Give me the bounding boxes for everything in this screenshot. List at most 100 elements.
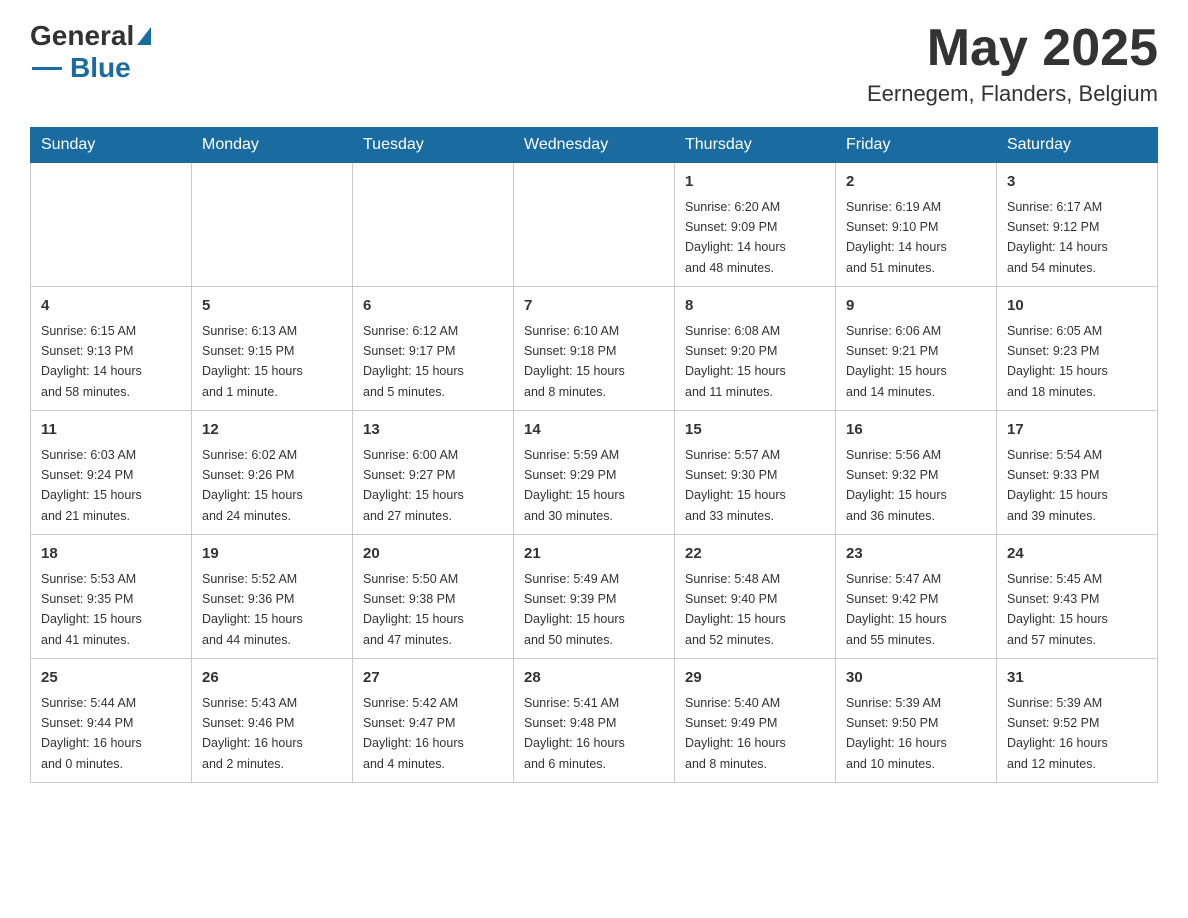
calendar-cell-week5-day5: 29 Sunrise: 5:40 AMSunset: 9:49 PMDayligh… bbox=[675, 659, 836, 783]
day-info: Sunrise: 6:19 AMSunset: 9:10 PMDaylight:… bbox=[846, 200, 947, 275]
day-info: Sunrise: 6:12 AMSunset: 9:17 PMDaylight:… bbox=[363, 324, 464, 399]
day-number: 13 bbox=[363, 419, 503, 442]
calendar-cell-week1-day3 bbox=[353, 163, 514, 287]
day-info: Sunrise: 6:00 AMSunset: 9:27 PMDaylight:… bbox=[363, 448, 464, 523]
day-number: 29 bbox=[685, 667, 825, 690]
calendar-cell-week2-day5: 8 Sunrise: 6:08 AMSunset: 9:20 PMDaylight… bbox=[675, 287, 836, 411]
page-header: General Blue May 2025 Eernegem, Flanders… bbox=[30, 20, 1158, 107]
day-number: 26 bbox=[202, 667, 342, 690]
day-number: 11 bbox=[41, 419, 181, 442]
calendar-cell-week4-day3: 20 Sunrise: 5:50 AMSunset: 9:38 PMDayligh… bbox=[353, 535, 514, 659]
day-number: 20 bbox=[363, 543, 503, 566]
day-info: Sunrise: 6:02 AMSunset: 9:26 PMDaylight:… bbox=[202, 448, 303, 523]
day-info: Sunrise: 5:53 AMSunset: 9:35 PMDaylight:… bbox=[41, 572, 142, 647]
day-info: Sunrise: 5:48 AMSunset: 9:40 PMDaylight:… bbox=[685, 572, 786, 647]
day-number: 15 bbox=[685, 419, 825, 442]
day-number: 16 bbox=[846, 419, 986, 442]
calendar-table: SundayMondayTuesdayWednesdayThursdayFrid… bbox=[30, 127, 1158, 783]
calendar-weekday-monday: Monday bbox=[192, 128, 353, 163]
calendar-week-row-3: 11 Sunrise: 6:03 AMSunset: 9:24 PMDayligh… bbox=[31, 411, 1158, 535]
day-number: 30 bbox=[846, 667, 986, 690]
calendar-week-row-5: 25Sunrise: 5:44 AMSunset: 9:44 PMDayligh… bbox=[31, 659, 1158, 783]
calendar-weekday-wednesday: Wednesday bbox=[514, 128, 675, 163]
calendar-week-row-4: 18 Sunrise: 5:53 AMSunset: 9:35 PMDayligh… bbox=[31, 535, 1158, 659]
day-number: 7 bbox=[524, 295, 664, 318]
day-info: Sunrise: 5:56 AMSunset: 9:32 PMDaylight:… bbox=[846, 448, 947, 523]
day-number: 8 bbox=[685, 295, 825, 318]
calendar-weekday-saturday: Saturday bbox=[997, 128, 1158, 163]
day-number: 2 bbox=[846, 171, 986, 194]
day-number: 17 bbox=[1007, 419, 1147, 442]
day-number: 12 bbox=[202, 419, 342, 442]
calendar-weekday-sunday: Sunday bbox=[31, 128, 192, 163]
calendar-cell-week5-day3: 27Sunrise: 5:42 AMSunset: 9:47 PMDayligh… bbox=[353, 659, 514, 783]
day-info: Sunrise: 6:10 AMSunset: 9:18 PMDaylight:… bbox=[524, 324, 625, 399]
calendar-cell-week3-day5: 15Sunrise: 5:57 AMSunset: 9:30 PMDayligh… bbox=[675, 411, 836, 535]
day-info: Sunrise: 6:05 AMSunset: 9:23 PMDaylight:… bbox=[1007, 324, 1108, 399]
calendar-cell-week5-day7: 31 Sunrise: 5:39 AMSunset: 9:52 PMDayligh… bbox=[997, 659, 1158, 783]
calendar-cell-week2-day3: 6 Sunrise: 6:12 AMSunset: 9:17 PMDaylight… bbox=[353, 287, 514, 411]
day-number: 10 bbox=[1007, 295, 1147, 318]
day-info: Sunrise: 5:45 AMSunset: 9:43 PMDaylight:… bbox=[1007, 572, 1108, 647]
calendar-cell-week1-day4 bbox=[514, 163, 675, 287]
logo-blue-text: Blue bbox=[70, 52, 131, 84]
title-section: May 2025 Eernegem, Flanders, Belgium bbox=[867, 20, 1158, 107]
day-info: Sunrise: 6:08 AMSunset: 9:20 PMDaylight:… bbox=[685, 324, 786, 399]
calendar-cell-week4-day2: 19 Sunrise: 5:52 AMSunset: 9:36 PMDayligh… bbox=[192, 535, 353, 659]
day-info: Sunrise: 5:52 AMSunset: 9:36 PMDaylight:… bbox=[202, 572, 303, 647]
day-info: Sunrise: 6:13 AMSunset: 9:15 PMDaylight:… bbox=[202, 324, 303, 399]
calendar-cell-week1-day2 bbox=[192, 163, 353, 287]
day-number: 19 bbox=[202, 543, 342, 566]
calendar-cell-week3-day6: 16 Sunrise: 5:56 AMSunset: 9:32 PMDayligh… bbox=[836, 411, 997, 535]
calendar-weekday-thursday: Thursday bbox=[675, 128, 836, 163]
calendar-cell-week3-day3: 13 Sunrise: 6:00 AMSunset: 9:27 PMDayligh… bbox=[353, 411, 514, 535]
day-number: 4 bbox=[41, 295, 181, 318]
location-subtitle: Eernegem, Flanders, Belgium bbox=[867, 81, 1158, 107]
calendar-cell-week2-day1: 4Sunrise: 6:15 AMSunset: 9:13 PMDaylight… bbox=[31, 287, 192, 411]
day-number: 1 bbox=[685, 171, 825, 194]
day-number: 14 bbox=[524, 419, 664, 442]
calendar-cell-week3-day2: 12 Sunrise: 6:02 AMSunset: 9:26 PMDayligh… bbox=[192, 411, 353, 535]
day-info: Sunrise: 6:20 AMSunset: 9:09 PMDaylight:… bbox=[685, 200, 786, 275]
day-number: 5 bbox=[202, 295, 342, 318]
day-info: Sunrise: 5:50 AMSunset: 9:38 PMDaylight:… bbox=[363, 572, 464, 647]
day-info: Sunrise: 5:40 AMSunset: 9:49 PMDaylight:… bbox=[685, 696, 786, 771]
day-number: 22 bbox=[685, 543, 825, 566]
day-info: Sunrise: 5:44 AMSunset: 9:44 PMDaylight:… bbox=[41, 696, 142, 771]
logo-general-text: General bbox=[30, 20, 134, 52]
calendar-cell-week1-day6: 2 Sunrise: 6:19 AMSunset: 9:10 PMDaylight… bbox=[836, 163, 997, 287]
day-info: Sunrise: 6:03 AMSunset: 9:24 PMDaylight:… bbox=[41, 448, 142, 523]
logo-triangle-icon bbox=[137, 27, 151, 45]
day-number: 27 bbox=[363, 667, 503, 690]
day-info: Sunrise: 5:39 AMSunset: 9:50 PMDaylight:… bbox=[846, 696, 947, 771]
day-info: Sunrise: 5:54 AMSunset: 9:33 PMDaylight:… bbox=[1007, 448, 1108, 523]
day-info: Sunrise: 5:41 AMSunset: 9:48 PMDaylight:… bbox=[524, 696, 625, 771]
month-year-title: May 2025 bbox=[867, 20, 1158, 77]
calendar-cell-week5-day1: 25Sunrise: 5:44 AMSunset: 9:44 PMDayligh… bbox=[31, 659, 192, 783]
day-info: Sunrise: 6:17 AMSunset: 9:12 PMDaylight:… bbox=[1007, 200, 1108, 275]
day-number: 31 bbox=[1007, 667, 1147, 690]
calendar-cell-week1-day5: 1 Sunrise: 6:20 AMSunset: 9:09 PMDaylight… bbox=[675, 163, 836, 287]
day-number: 28 bbox=[524, 667, 664, 690]
day-number: 21 bbox=[524, 543, 664, 566]
calendar-cell-week3-day1: 11 Sunrise: 6:03 AMSunset: 9:24 PMDayligh… bbox=[31, 411, 192, 535]
calendar-week-row-1: 1 Sunrise: 6:20 AMSunset: 9:09 PMDaylight… bbox=[31, 163, 1158, 287]
calendar-cell-week4-day1: 18 Sunrise: 5:53 AMSunset: 9:35 PMDayligh… bbox=[31, 535, 192, 659]
day-info: Sunrise: 6:06 AMSunset: 9:21 PMDaylight:… bbox=[846, 324, 947, 399]
day-number: 23 bbox=[846, 543, 986, 566]
logo-top: General bbox=[30, 20, 151, 52]
day-info: Sunrise: 5:43 AMSunset: 9:46 PMDaylight:… bbox=[202, 696, 303, 771]
calendar-cell-week2-day6: 9 Sunrise: 6:06 AMSunset: 9:21 PMDaylight… bbox=[836, 287, 997, 411]
calendar-cell-week2-day4: 7 Sunrise: 6:10 AMSunset: 9:18 PMDaylight… bbox=[514, 287, 675, 411]
calendar-cell-week5-day4: 28 Sunrise: 5:41 AMSunset: 9:48 PMDayligh… bbox=[514, 659, 675, 783]
day-info: Sunrise: 5:39 AMSunset: 9:52 PMDaylight:… bbox=[1007, 696, 1108, 771]
calendar-cell-week1-day1 bbox=[31, 163, 192, 287]
calendar-cell-week1-day7: 3Sunrise: 6:17 AMSunset: 9:12 PMDaylight… bbox=[997, 163, 1158, 287]
calendar-cell-week4-day5: 22 Sunrise: 5:48 AMSunset: 9:40 PMDayligh… bbox=[675, 535, 836, 659]
logo: General Blue bbox=[30, 20, 151, 84]
day-number: 6 bbox=[363, 295, 503, 318]
day-number: 18 bbox=[41, 543, 181, 566]
day-number: 9 bbox=[846, 295, 986, 318]
calendar-cell-week4-day4: 21Sunrise: 5:49 AMSunset: 9:39 PMDayligh… bbox=[514, 535, 675, 659]
day-number: 24 bbox=[1007, 543, 1147, 566]
